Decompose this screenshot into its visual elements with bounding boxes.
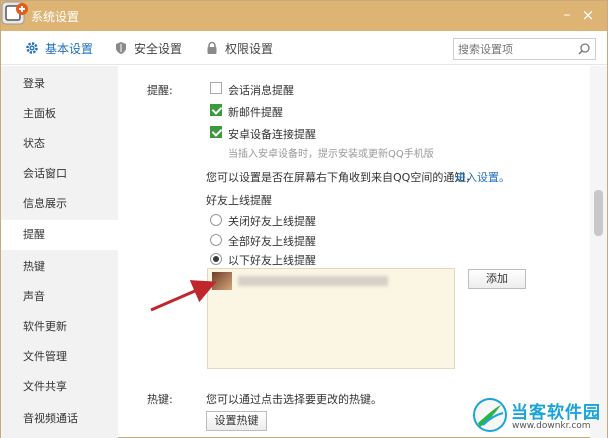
new-mail-reminder-label[interactable]: 新邮件提醒 bbox=[228, 104, 283, 120]
qzone-settings-link[interactable]: 进入设置。 bbox=[455, 169, 510, 185]
tab-permission-settings-label: 权限设置 bbox=[225, 41, 274, 56]
blurred-friend-name bbox=[238, 276, 388, 286]
reminder-section-label: 提醒: bbox=[147, 84, 173, 97]
sidebar-item-file-sharing[interactable]: 文件共享 bbox=[1, 372, 118, 402]
selected-friend-online-label[interactable]: 以下好友上线提醒 bbox=[228, 252, 316, 268]
settings-window: 系统设置 – × 基本设置 安全设置 权限设置 搜索设置项 登录 主面板 状态 … bbox=[0, 0, 608, 438]
scrollbar-thumb[interactable] bbox=[594, 190, 603, 236]
minimize-button[interactable]: – bbox=[559, 7, 575, 23]
add-friend-button[interactable]: 添加 bbox=[468, 269, 526, 289]
sidebar-item-reminder[interactable]: 提醒 bbox=[1, 220, 118, 250]
friend-online-title: 好友上线提醒 bbox=[206, 194, 272, 207]
shield-icon bbox=[116, 42, 126, 54]
sidebar-item-login[interactable]: 登录 bbox=[1, 69, 118, 99]
hotkey-desc-text: 您可以通过点击选择要更改的热键。 bbox=[206, 393, 382, 406]
tab-permission-settings[interactable]: 权限设置 bbox=[205, 31, 273, 65]
watermark: 当客软件园 www.downkr.com bbox=[471, 395, 607, 437]
chat-message-reminder-label[interactable]: 会话消息提醒 bbox=[228, 82, 294, 98]
qzone-notice-text: 您可以设置是否在屏幕右下角收到来自QQ空间的通知， bbox=[206, 171, 477, 184]
close-friend-online-label[interactable]: 关闭好友上线提醒 bbox=[228, 213, 316, 229]
sidebar-item-main-panel[interactable]: 主面板 bbox=[1, 99, 118, 129]
tab-basic-settings[interactable]: 基本设置 bbox=[25, 31, 93, 65]
sidebar-item-status[interactable]: 状态 bbox=[1, 129, 118, 159]
sidebar-item-info-display[interactable]: 信息展示 bbox=[1, 189, 118, 219]
selected-friend-online-radio[interactable] bbox=[210, 253, 222, 265]
settings-sidebar: 登录 主面板 状态 会话窗口 信息展示 提醒 热键 声音 软件更新 文件管理 文… bbox=[1, 66, 118, 438]
tab-security-settings-label: 安全设置 bbox=[134, 41, 183, 56]
content-scrollbar[interactable] bbox=[590, 66, 607, 438]
new-mail-reminder-checkbox[interactable] bbox=[210, 104, 222, 116]
avatar[interactable] bbox=[212, 272, 232, 290]
window-title: 系统设置 bbox=[31, 10, 80, 24]
sidebar-item-sound[interactable]: 声音 bbox=[1, 282, 118, 312]
all-friend-online-radio[interactable] bbox=[210, 234, 222, 246]
android-device-reminder-label[interactable]: 安卓设备连接提醒 bbox=[228, 126, 316, 142]
lock-icon bbox=[207, 41, 217, 54]
sidebar-item-software-update[interactable]: 软件更新 bbox=[1, 312, 118, 342]
search-icon[interactable] bbox=[577, 42, 591, 56]
settings-search-box[interactable] bbox=[453, 38, 596, 60]
watermark-title: 当客软件园 bbox=[511, 403, 601, 423]
sidebar-item-hotkey[interactable]: 热键 bbox=[1, 252, 118, 282]
app-logo-icon bbox=[1, 1, 28, 25]
android-device-reminder-checkbox[interactable] bbox=[210, 126, 222, 138]
sidebar-item-chat-window[interactable]: 会话窗口 bbox=[1, 159, 118, 189]
set-hotkey-button[interactable]: 设置热键 bbox=[206, 411, 267, 431]
hotkey-section-label: 热键: bbox=[147, 393, 173, 406]
watermark-logo-icon bbox=[473, 398, 507, 432]
search-input[interactable] bbox=[458, 41, 570, 57]
chat-message-reminder-checkbox[interactable] bbox=[210, 82, 222, 94]
close-friend-online-radio[interactable] bbox=[210, 214, 222, 226]
gear-icon bbox=[26, 42, 38, 54]
friend-list-box[interactable] bbox=[207, 268, 455, 369]
close-button[interactable]: × bbox=[580, 7, 596, 23]
watermark-url: www.downkr.com bbox=[512, 421, 591, 431]
sidebar-item-file-management[interactable]: 文件管理 bbox=[1, 342, 118, 372]
title-bar[interactable]: 系统设置 – × bbox=[1, 1, 607, 31]
tab-security-settings[interactable]: 安全设置 bbox=[114, 31, 182, 65]
tab-basic-settings-label: 基本设置 bbox=[45, 41, 94, 56]
all-friend-online-label[interactable]: 全部好友上线提醒 bbox=[228, 233, 316, 249]
android-hint-text: 当插入安卓设备时，提示安装或更新QQ手机版 bbox=[228, 149, 434, 160]
sidebar-item-av-call[interactable]: 音视频通话 bbox=[1, 404, 118, 434]
